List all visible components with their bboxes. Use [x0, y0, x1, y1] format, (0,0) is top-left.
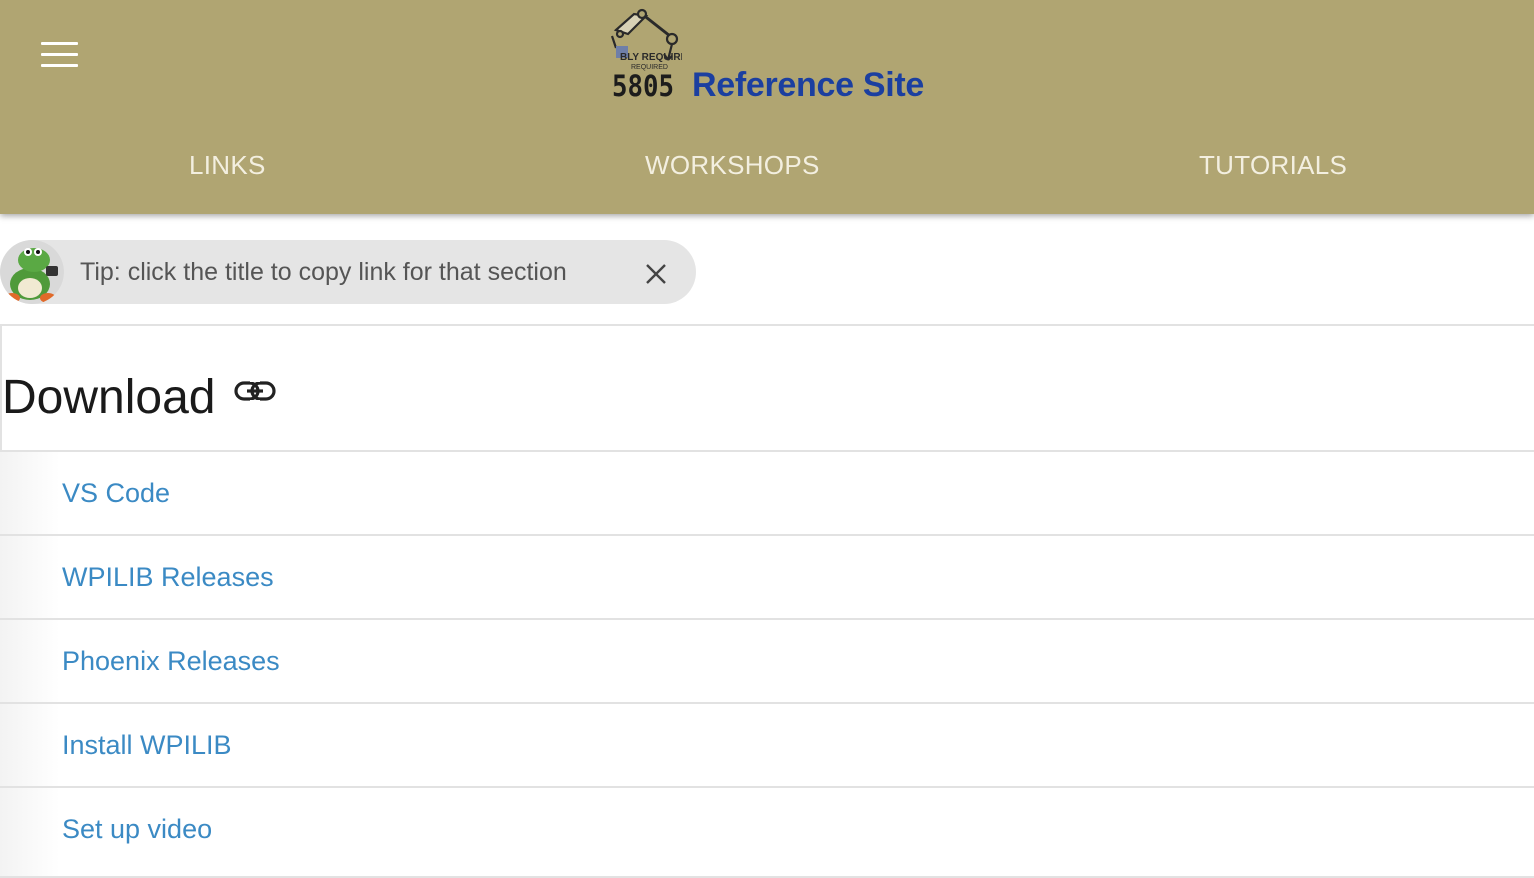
site-title[interactable]: Reference Site: [692, 66, 924, 105]
logo-tagline: BLY REQUIRED: [620, 52, 682, 63]
app-header: BLY REQUIRED REQUIRED 5805 Reference Sit…: [0, 0, 1534, 214]
section-title-download[interactable]: Download: [2, 370, 215, 425]
tab-workshops[interactable]: WORKSHOPS: [645, 150, 820, 181]
tip-banner: Tip: click the title to copy link for th…: [0, 240, 696, 304]
link-vs-code[interactable]: VS Code: [62, 478, 170, 509]
logo-number: 5805: [612, 69, 674, 102]
list-item: WPILIB Releases: [0, 534, 1534, 618]
tip-text: Tip: click the title to copy link for th…: [80, 258, 567, 286]
hamburger-menu-icon[interactable]: [41, 42, 79, 68]
tab-tutorials[interactable]: TUTORIALS: [1199, 150, 1347, 181]
link-install-wpilib[interactable]: Install WPILIB: [62, 730, 232, 761]
list-item: VS Code: [0, 450, 1534, 534]
tab-links[interactable]: LINKS: [189, 150, 266, 181]
link-set-up-video[interactable]: Set up video: [62, 814, 212, 845]
green-dinosaur-avatar: [0, 240, 64, 304]
link-icon[interactable]: [233, 378, 277, 406]
link-phoenix-releases[interactable]: Phoenix Releases: [62, 646, 280, 677]
link-wpilib-releases[interactable]: WPILIB Releases: [62, 562, 274, 593]
list-item: Phoenix Releases: [0, 618, 1534, 702]
list-item: Install WPILIB: [0, 702, 1534, 786]
close-icon[interactable]: [643, 261, 669, 287]
team-logo[interactable]: BLY REQUIRED REQUIRED 5805: [606, 8, 682, 102]
list-item: Set up video: [0, 786, 1534, 878]
